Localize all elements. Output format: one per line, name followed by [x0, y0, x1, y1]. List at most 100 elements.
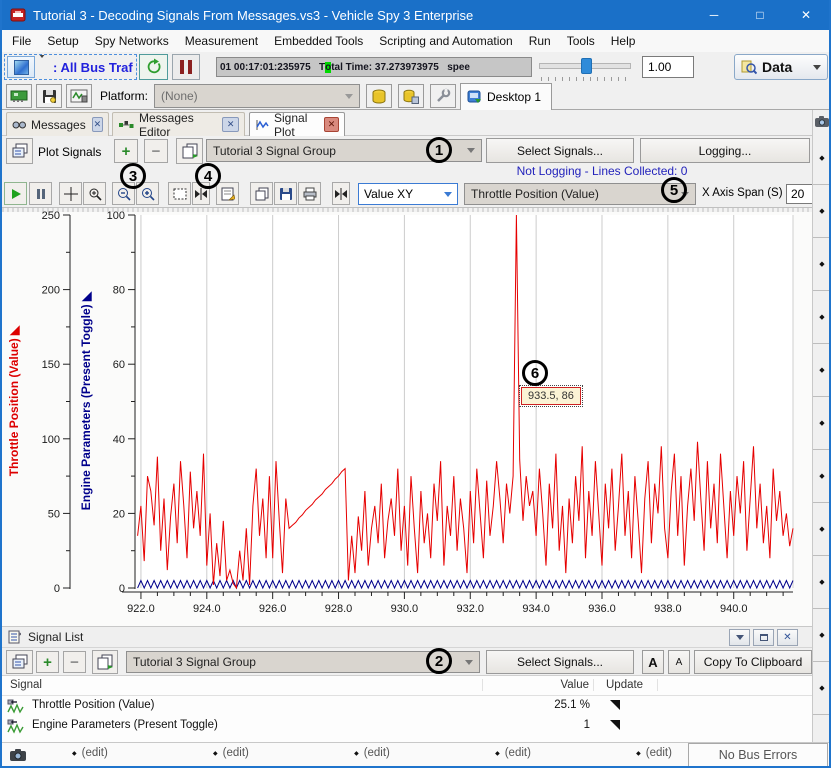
tab-messages-editor-close-icon[interactable]: ✕: [222, 117, 239, 132]
plot-windows-button[interactable]: [6, 138, 33, 164]
playback-speed-slider[interactable]: [539, 56, 631, 78]
slider-thumb[interactable]: [581, 58, 592, 74]
print-plot-button[interactable]: [298, 182, 321, 205]
refresh-button[interactable]: [139, 54, 168, 80]
status-edit-item[interactable]: ◆(edit): [213, 747, 249, 759]
dock-marker-icon: ◆: [819, 631, 824, 639]
remove-signal-button[interactable]: −: [63, 651, 86, 673]
panel-close-icon[interactable]: ✕: [777, 629, 798, 646]
signal-name: Engine Parameters (Present Toggle): [32, 719, 218, 731]
column-value[interactable]: Value: [482, 679, 594, 691]
signal-row[interactable]: Engine Parameters (Present Toggle)1: [2, 716, 812, 736]
menu-run[interactable]: Run: [521, 31, 559, 51]
pan-cursor-button[interactable]: [59, 182, 82, 205]
list-windows-button[interactable]: [6, 650, 33, 674]
add-plot-button[interactable]: +: [114, 139, 138, 163]
dock-cell[interactable]: ◆: [813, 291, 831, 344]
dock-cell[interactable]: ◆: [813, 609, 831, 662]
signal-row[interactable]: Throttle Position (Value)25.1 %: [2, 696, 812, 716]
dock-cell[interactable]: ◆: [813, 662, 831, 715]
menu-setup[interactable]: Setup: [39, 31, 86, 51]
copy-to-clipboard-button[interactable]: Copy To Clipboard: [694, 650, 812, 674]
tab-signal-plot[interactable]: Signal Plot ✕: [249, 112, 345, 136]
svg-text:0: 0: [119, 583, 125, 595]
dock-cell[interactable]: ◆: [813, 344, 831, 397]
plot-properties-button[interactable]: [216, 182, 239, 205]
dock-cell[interactable]: ◆: [813, 397, 831, 450]
messages-editor-icon: [118, 120, 134, 130]
copy-group-button[interactable]: [176, 138, 203, 164]
svg-text:922.0: 922.0: [127, 603, 155, 615]
pause-button[interactable]: [172, 54, 200, 80]
playback-speed-input[interactable]: [642, 56, 694, 78]
close-button[interactable]: ✕: [783, 0, 829, 30]
platform-select[interactable]: (None): [154, 84, 360, 108]
dock-cell[interactable]: ◆: [813, 556, 831, 609]
status-camera-icon[interactable]: [10, 748, 26, 766]
database-save-button[interactable]: [398, 84, 424, 108]
select-signals-button[interactable]: Select Signals...: [486, 138, 634, 163]
dock-marker-icon: ◆: [819, 578, 824, 586]
menu-help[interactable]: Help: [603, 31, 644, 51]
copy-plot-button[interactable]: [250, 182, 273, 205]
column-update[interactable]: Update: [606, 679, 658, 691]
copy-list-group-button[interactable]: [92, 650, 118, 674]
menubar: FileSetupSpy NetworksMeasurementEmbedded…: [2, 30, 829, 52]
tab-signal-plot-label: Signal Plot: [274, 111, 318, 139]
pause-plot-button[interactable]: [29, 182, 52, 205]
menu-measurement[interactable]: Measurement: [177, 31, 266, 51]
remove-plot-button[interactable]: −: [144, 139, 168, 163]
list-select-signals-button[interactable]: Select Signals...: [486, 650, 634, 674]
slider-ticks: [541, 77, 629, 81]
add-signal-button[interactable]: +: [36, 651, 59, 673]
status-edit-item[interactable]: ◆(edit): [354, 747, 390, 759]
plot-mode-select[interactable]: Value XY: [358, 183, 458, 205]
save-setup-button[interactable]: [36, 84, 62, 108]
maximize-button[interactable]: □: [737, 0, 783, 30]
tab-messages-editor[interactable]: Messages Editor ✕: [112, 112, 245, 136]
panel-menu-button[interactable]: [729, 629, 750, 646]
zoom-box-button[interactable]: [168, 182, 191, 205]
stacked-plots-icon: [12, 143, 28, 159]
status-edit-item[interactable]: ◆(edit): [72, 747, 108, 759]
dock-cell[interactable]: ◆: [813, 450, 831, 503]
tab-messages-close-icon[interactable]: ✕: [92, 117, 103, 132]
capture-camera-icon[interactable]: [813, 110, 831, 132]
signal-table-body: Throttle Position (Value)25.1 %Engine Pa…: [2, 696, 812, 736]
tab-signal-plot-close-icon[interactable]: ✕: [324, 117, 339, 132]
minimize-button[interactable]: ─: [691, 0, 737, 30]
tab-messages[interactable]: Messages ✕: [6, 112, 109, 136]
font-decrease-button[interactable]: A: [668, 650, 690, 674]
font-increase-button[interactable]: A: [642, 650, 664, 674]
menu-file[interactable]: File: [4, 31, 39, 51]
database-button[interactable]: [366, 84, 392, 108]
signal-plot-chart[interactable]: 050100150200250020406080100922.0924.0926…: [2, 208, 814, 626]
bus-mode-dropdown[interactable]: [35, 58, 49, 76]
data-dropdown-icon[interactable]: [813, 65, 821, 70]
menu-embedded-tools[interactable]: Embedded Tools: [266, 31, 371, 51]
data-button[interactable]: Data: [734, 54, 828, 80]
menu-spy-networks[interactable]: Spy Networks: [87, 31, 177, 51]
zoom-cursor-button[interactable]: [83, 182, 106, 205]
play-plot-button[interactable]: [4, 182, 27, 205]
status-edit-item[interactable]: ◆(edit): [636, 747, 672, 759]
hardware-setup-button[interactable]: [6, 84, 32, 108]
menu-scripting-and-automation[interactable]: Scripting and Automation: [371, 31, 520, 51]
status-edit-item[interactable]: ◆(edit): [495, 747, 531, 759]
dock-cell[interactable]: ◆: [813, 503, 831, 556]
menu-tools[interactable]: Tools: [559, 31, 603, 51]
collapse-x-button[interactable]: [332, 182, 350, 205]
tools-button[interactable]: [430, 84, 456, 108]
database-icon: [372, 89, 386, 104]
logging-button[interactable]: Logging...: [640, 138, 810, 163]
save-plot-button[interactable]: [274, 182, 297, 205]
desktop-tab[interactable]: Desktop 1: [460, 83, 552, 110]
column-signal[interactable]: Signal: [10, 679, 42, 691]
logger-setup-button[interactable]: [66, 84, 92, 108]
signal-group-dropdown-icon: [467, 148, 475, 153]
panel-restore-button[interactable]: [753, 629, 774, 646]
dock-cell[interactable]: ◆: [813, 185, 831, 238]
bus-mode-button[interactable]: [7, 56, 35, 78]
dock-cell[interactable]: ◆: [813, 238, 831, 291]
dock-cell[interactable]: ◆: [813, 132, 831, 185]
